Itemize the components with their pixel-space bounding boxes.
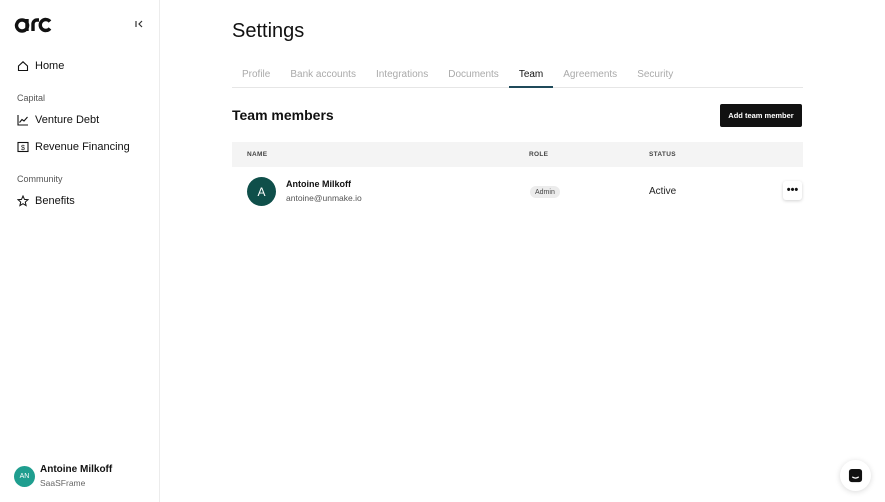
- tab-integrations[interactable]: Integrations: [366, 64, 438, 88]
- sidebar-item-label: Benefits: [35, 195, 75, 207]
- sidebar-item-label: Home: [35, 60, 65, 72]
- chat-launcher-button[interactable]: [840, 460, 871, 491]
- chat-icon: [848, 468, 863, 483]
- tab-agreements[interactable]: Agreements: [553, 64, 627, 88]
- member-name: Antoine Milkoff: [286, 179, 351, 189]
- more-icon: •••: [786, 184, 799, 196]
- arc-logo[interactable]: [14, 16, 52, 34]
- page-title: Settings: [232, 20, 305, 42]
- sidebar-item-benefits[interactable]: Benefits: [17, 193, 75, 209]
- sidebar-item-label: Revenue Financing: [35, 141, 130, 153]
- column-header-status: STATUS: [649, 151, 676, 158]
- sidebar-item-venture-debt[interactable]: Venture Debt: [17, 112, 99, 128]
- member-email: antoine@unmake.io: [286, 193, 362, 203]
- user-name: Antoine Milkoff: [40, 464, 113, 475]
- column-header-role: ROLE: [529, 151, 549, 158]
- sidebar-item-label: Venture Debt: [35, 114, 100, 126]
- add-team-member-button[interactable]: Add team member: [720, 104, 802, 127]
- tab-bank-accounts[interactable]: Bank accounts: [280, 64, 366, 88]
- sidebar-item-home[interactable]: Home: [17, 58, 64, 74]
- collapse-sidebar-icon[interactable]: [133, 18, 145, 30]
- status-text: Active: [649, 186, 677, 197]
- avatar: AN: [14, 466, 35, 487]
- settings-tabs: Profile Bank accounts Integrations Docum…: [232, 64, 803, 88]
- user-org: SaaSFrame: [40, 478, 86, 488]
- tab-profile[interactable]: Profile: [232, 64, 280, 88]
- user-profile[interactable]: AN Antoine Milkoff SaaSFrame: [14, 464, 112, 489]
- chart-icon: [17, 114, 29, 126]
- avatar: A: [247, 177, 276, 206]
- home-icon: [17, 60, 29, 72]
- tab-team[interactable]: Team: [508, 64, 554, 88]
- sidebar: Home Capital Venture Debt $ Revenue Fina…: [0, 0, 160, 502]
- dollar-icon: $: [17, 141, 29, 153]
- app: Home Capital Venture Debt $ Revenue Fina…: [0, 0, 885, 502]
- svg-text:$: $: [21, 145, 25, 152]
- more-options-button[interactable]: •••: [783, 181, 802, 200]
- sidebar-item-revenue-financing[interactable]: $ Revenue Financing: [17, 139, 130, 155]
- section-title: Team members: [232, 107, 334, 123]
- column-header-name: NAME: [247, 151, 268, 158]
- table-header: NAME ROLE STATUS: [232, 142, 803, 167]
- tab-documents[interactable]: Documents: [438, 64, 509, 88]
- star-icon: [17, 195, 29, 207]
- tab-security[interactable]: Security: [627, 64, 683, 88]
- table-row: A Antoine Milkoff antoine@unmake.io Admi…: [232, 168, 803, 214]
- sidebar-section-capital: Capital: [17, 93, 46, 103]
- user-info: Antoine Milkoff SaaSFrame: [40, 464, 112, 489]
- role-badge: Admin: [530, 186, 560, 198]
- sidebar-section-community: Community: [17, 174, 63, 184]
